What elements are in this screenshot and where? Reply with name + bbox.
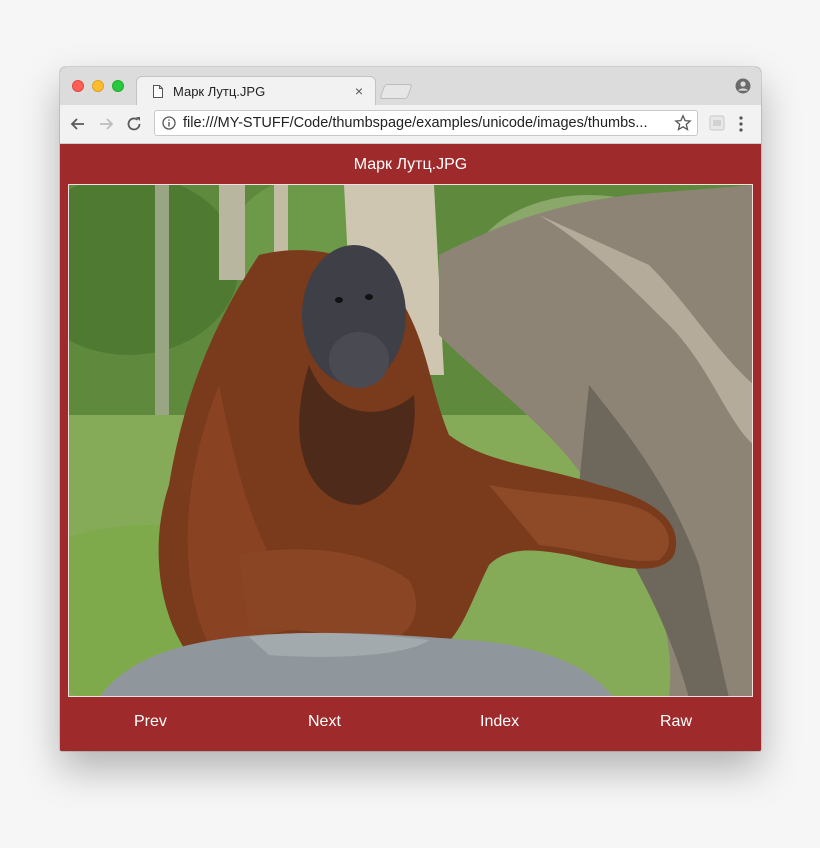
url-text[interactable]: file:///MY-STUFF/Code/thumbspage/example… xyxy=(183,115,665,131)
close-window-button[interactable] xyxy=(72,80,84,92)
profile-icon[interactable] xyxy=(735,78,751,94)
bookmark-star-icon[interactable] xyxy=(674,114,692,132)
tab-strip: Марк Лутц.JPG × xyxy=(60,67,761,106)
document-icon xyxy=(153,85,163,98)
tab-close-icon[interactable]: × xyxy=(355,83,363,99)
back-arrow-icon[interactable] xyxy=(68,114,88,134)
raw-link[interactable]: Raw xyxy=(660,713,692,731)
page-content: Марк Лутц.JPG Prev Next Index Raw xyxy=(60,144,761,751)
forward-arrow-icon[interactable] xyxy=(96,114,116,134)
info-icon[interactable] xyxy=(162,116,176,130)
zoom-window-button[interactable] xyxy=(112,80,124,92)
menu-dots-icon[interactable] xyxy=(736,114,746,134)
browser-toolbar: file:///MY-STUFF/Code/thumbspage/example… xyxy=(60,105,761,144)
page-title: Марк Лутц.JPG xyxy=(353,156,468,173)
photo-image[interactable] xyxy=(68,184,753,697)
orangutan-photo xyxy=(69,185,752,696)
index-link[interactable]: Index xyxy=(480,713,519,731)
tab-title: Марк Лутц.JPG xyxy=(173,84,266,99)
browser-tab[interactable]: Марк Лутц.JPG × xyxy=(136,76,376,106)
new-tab-button[interactable] xyxy=(379,84,413,99)
extension-icon[interactable] xyxy=(708,114,726,132)
image-navigation: Prev Next Index Raw xyxy=(60,713,761,737)
minimize-window-button[interactable] xyxy=(92,80,104,92)
prev-link[interactable]: Prev xyxy=(134,713,167,731)
reload-icon[interactable] xyxy=(124,114,144,134)
browser-window: Марк Лутц.JPG × file:///MY-STUFF/Code/th… xyxy=(60,67,761,751)
next-link[interactable]: Next xyxy=(308,713,341,731)
address-bar[interactable]: file:///MY-STUFF/Code/thumbspage/example… xyxy=(154,110,698,136)
